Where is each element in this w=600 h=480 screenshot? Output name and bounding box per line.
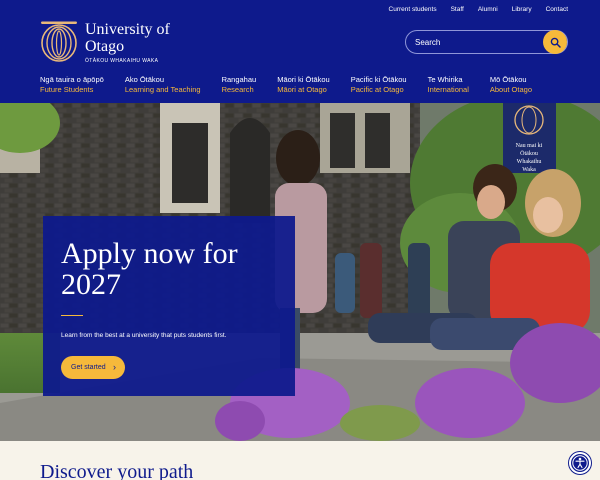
nav-item-maori-label: Ngā tauira o āpōpō [40, 75, 104, 84]
nav-item-maori-label: Mō Ōtākou [489, 75, 527, 84]
main-nav: Ngā tauira o āpōpō Future Students Ako Ō… [40, 75, 532, 95]
nav-item-maori-label: Ako Ōtākou [124, 75, 165, 84]
chevron-right-icon: › [113, 362, 116, 372]
utility-nav: Current students Staff Alumni Library Co… [389, 6, 568, 13]
nav-item-pacific-at-otago[interactable]: Pacific ki Ōtākou Pacific at Otago [351, 75, 407, 95]
discover-section: Discover your path [0, 441, 600, 480]
utility-link-library[interactable]: Library [512, 6, 532, 13]
accessibility-button[interactable] [569, 452, 591, 474]
utility-link-current-students[interactable]: Current students [389, 6, 437, 13]
banner-text-line-4: Waka [522, 167, 536, 173]
nav-item-english-label: International [427, 85, 469, 94]
nav-item-english-label: Future Students [40, 85, 94, 94]
get-started-button[interactable]: Get started › [61, 356, 125, 379]
nav-item-maori-at-otago[interactable]: Māori ki Ōtākou Māori at Otago [277, 75, 330, 95]
search-button[interactable] [543, 30, 567, 54]
university-logo[interactable]: University of Otago ŌTĀKOU WHAKAIHU WAKA [40, 21, 181, 64]
nav-item-english-label: Pacific at Otago [350, 85, 404, 94]
nav-item-about-otago[interactable]: Mō Ōtākou About Otago [490, 75, 532, 95]
banner-text-line-3: Whakaihu [517, 159, 542, 165]
nav-item-english-label: Learning and Teaching [124, 85, 201, 94]
banner-text-line-2: Ōtākou [520, 150, 538, 157]
nav-item-maori-label: Māori ki Ōtākou [277, 75, 330, 84]
site-header: Current students Staff Alumni Library Co… [0, 0, 600, 103]
section-heading: Discover your path [40, 461, 194, 480]
search-input[interactable]: Search [415, 38, 440, 47]
utility-link-alumni[interactable]: Alumni [478, 6, 498, 13]
otago-crest-icon [41, 21, 77, 62]
utility-link-contact[interactable]: Contact [546, 6, 568, 13]
hero-heading: Apply now for 2027 [61, 237, 238, 301]
nav-item-maori-label: Te Whirika [427, 75, 463, 84]
logo-subtitle: ŌTĀKOU WHAKAIHU WAKA [85, 58, 159, 64]
nav-item-english-label: Māori at Otago [277, 85, 327, 94]
nav-item-international[interactable]: Te Whirika International [428, 75, 469, 95]
hero-text: Learn from the best at a university that… [61, 332, 227, 339]
get-started-label: Get started [71, 364, 106, 371]
nav-item-learning-teaching[interactable]: Ako Ōtākou Learning and Teaching [125, 75, 201, 95]
nav-item-english-label: Research [221, 85, 254, 94]
utility-link-staff[interactable]: Staff [451, 6, 464, 13]
accessibility-icon [572, 455, 588, 471]
search-icon [550, 37, 561, 48]
logo-title: University of Otago [85, 21, 170, 55]
hero-divider [61, 315, 83, 316]
nav-item-research[interactable]: Rangahau Research [222, 75, 257, 95]
nav-item-maori-label: Pacific ki Ōtākou [350, 75, 407, 84]
nav-item-future-students[interactable]: Ngā tauira o āpōpō Future Students [40, 75, 104, 95]
banner-text-line-1: Nau mai ki [516, 143, 543, 149]
nav-item-maori-label: Rangahau [221, 75, 257, 84]
search-field[interactable]: Search [405, 30, 568, 54]
hero-panel: Apply now for 2027 Learn from the best a… [43, 216, 295, 396]
nav-item-english-label: About Otago [489, 85, 532, 94]
